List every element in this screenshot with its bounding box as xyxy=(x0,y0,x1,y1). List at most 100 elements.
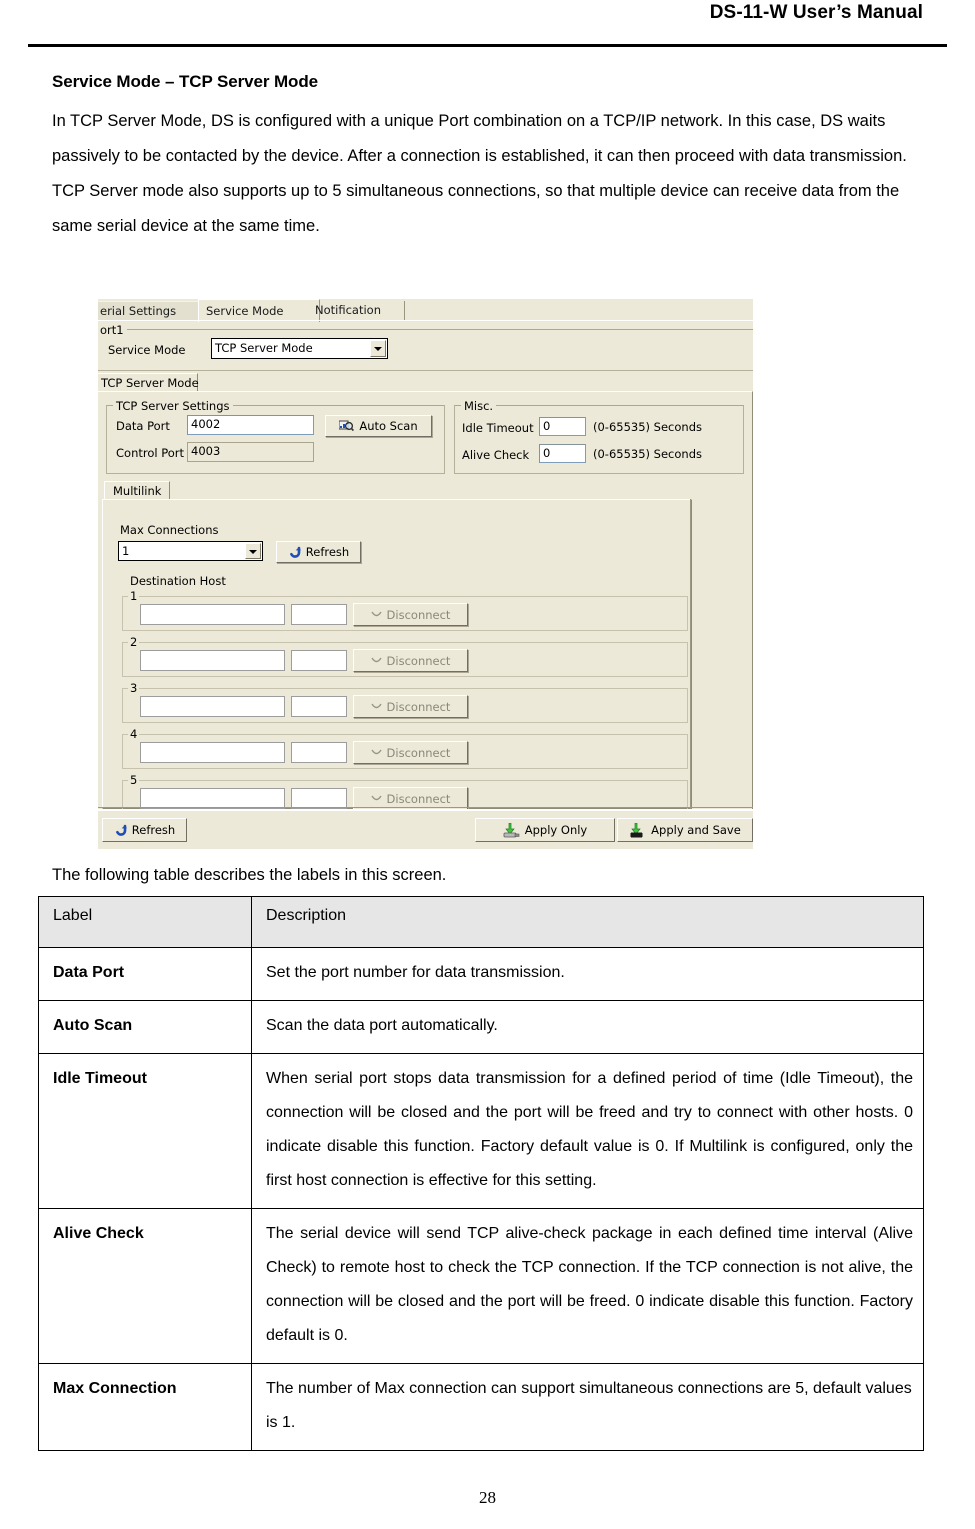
host-index: 3 xyxy=(128,681,140,695)
labels-description-table: Label Description Data Port Set the port… xyxy=(38,896,924,1451)
apply-only-icon xyxy=(503,822,520,838)
document-body: Service Mode – TCP Server Mode In TCP Se… xyxy=(52,72,932,244)
disconnect-button[interactable]: Disconnect xyxy=(353,603,468,626)
misc-group-label: Misc. xyxy=(461,399,497,413)
table-row: Idle Timeout When serial port stops data… xyxy=(38,1053,924,1209)
plug-icon xyxy=(370,748,382,757)
host-port-input[interactable] xyxy=(291,696,347,717)
idle-timeout-input[interactable]: 0 xyxy=(539,417,586,436)
max-connections-value: 1 xyxy=(122,544,130,558)
apply-and-save-button[interactable]: Apply and Save xyxy=(617,818,753,842)
data-port-input[interactable]: 4002 xyxy=(187,415,314,435)
auto-scan-label: Auto Scan xyxy=(359,419,418,433)
host-address-input[interactable] xyxy=(140,742,285,763)
row-description: Set the port number for data transmissio… xyxy=(251,947,924,1001)
tab-serial-settings[interactable]: erial Settings xyxy=(98,301,212,321)
idle-timeout-label: Idle Timeout xyxy=(462,421,534,435)
refresh-button[interactable]: Refresh xyxy=(102,818,187,842)
alive-check-value: 0 xyxy=(543,446,551,460)
row-description: The serial device will send TCP alive-ch… xyxy=(251,1208,924,1364)
disconnect-label: Disconnect xyxy=(386,699,451,714)
tab-label: erial Settings xyxy=(100,304,177,318)
refresh-icon xyxy=(114,824,127,836)
control-port-input[interactable]: 4003 xyxy=(187,442,314,462)
alive-check-input[interactable]: 0 xyxy=(539,444,586,463)
tab-service-mode[interactable]: Service Mode xyxy=(198,299,320,322)
row-description: The number of Max connection can support… xyxy=(251,1363,924,1451)
port1-group: ort1 xyxy=(98,323,753,371)
host-address-input[interactable] xyxy=(140,604,285,625)
host-index: 5 xyxy=(128,773,140,787)
disconnect-label: Disconnect xyxy=(386,791,451,806)
host-port-input[interactable] xyxy=(291,650,347,671)
host-address-input[interactable] xyxy=(140,650,285,671)
host-port-input[interactable] xyxy=(291,604,347,625)
row-label: Auto Scan xyxy=(38,1000,252,1054)
magnifier-scan-icon xyxy=(339,420,355,432)
data-port-label: Data Port xyxy=(116,419,170,433)
chevron-down-icon[interactable] xyxy=(370,340,386,357)
data-port-value: 4002 xyxy=(191,417,221,431)
table-row: Auto Scan Scan the data port automatical… xyxy=(38,1000,924,1054)
chevron-down-icon[interactable] xyxy=(245,543,261,559)
plug-icon xyxy=(370,610,382,619)
misc-group: Misc. xyxy=(454,399,744,474)
header-divider xyxy=(28,44,947,47)
idle-timeout-range: (0-65535) Seconds xyxy=(593,420,702,434)
host-index: 4 xyxy=(128,727,140,741)
plug-icon xyxy=(370,656,382,665)
row-label: Idle Timeout xyxy=(38,1053,252,1209)
subtab-label: TCP Server Mode xyxy=(101,376,199,390)
host-port-input[interactable] xyxy=(291,788,347,809)
manual-title: DS-11-W User’s Manual xyxy=(709,2,923,23)
table-row: Alive Check The serial device will send … xyxy=(38,1208,924,1364)
row-label: Alive Check xyxy=(38,1208,252,1364)
host-index: 1 xyxy=(128,589,140,603)
plug-icon xyxy=(370,794,382,803)
tab-notification[interactable]: Notification xyxy=(308,301,405,320)
multilink-refresh-label: Refresh xyxy=(305,545,350,559)
idle-timeout-value: 0 xyxy=(543,419,551,433)
table-header-row: Label Description xyxy=(38,896,924,948)
plug-icon xyxy=(370,702,382,711)
row-description: Scan the data port automatically. xyxy=(251,1000,924,1054)
column-header-description: Description xyxy=(251,896,924,948)
host-index: 2 xyxy=(128,635,140,649)
auto-scan-button[interactable]: Auto Scan xyxy=(325,415,432,437)
tab-label: Service Mode xyxy=(206,304,284,318)
apply-only-label: Apply Only xyxy=(524,823,588,837)
section-paragraph: In TCP Server Mode, DS is configured wit… xyxy=(52,112,907,235)
disconnect-label: Disconnect xyxy=(386,745,451,760)
disconnect-button[interactable]: Disconnect xyxy=(353,741,468,764)
max-connections-label: Max Connections xyxy=(120,523,219,537)
column-header-label: Label xyxy=(38,896,252,948)
row-description: When serial port stops data transmission… xyxy=(251,1053,924,1209)
subtab-multilink[interactable]: Multilink xyxy=(104,481,170,500)
row-label: Max Connection xyxy=(38,1363,252,1451)
multilink-refresh-button[interactable]: Refresh xyxy=(276,541,361,563)
host-address-input[interactable] xyxy=(140,788,285,809)
service-mode-value: TCP Server Mode xyxy=(215,341,313,355)
control-port-value: 4003 xyxy=(191,444,221,458)
alive-check-range: (0-65535) Seconds xyxy=(593,447,702,461)
host-port-input[interactable] xyxy=(291,742,347,763)
table-row: Max Connection The number of Max connect… xyxy=(38,1363,924,1451)
tab-label: Notification xyxy=(315,303,381,317)
max-connections-select[interactable]: 1 xyxy=(118,541,263,561)
subtab-tcp-server-mode[interactable]: TCP Server Mode xyxy=(98,373,199,392)
subtab-label: Multilink xyxy=(113,484,162,498)
host-address-input[interactable] xyxy=(140,696,285,717)
apply-only-button[interactable]: Apply Only xyxy=(475,818,615,842)
disconnect-button[interactable]: Disconnect xyxy=(353,695,468,718)
section-heading: Service Mode – TCP Server Mode xyxy=(52,72,318,91)
disconnect-label: Disconnect xyxy=(386,653,451,668)
service-mode-select[interactable]: TCP Server Mode xyxy=(211,338,388,359)
tabstrip-baseline xyxy=(98,320,753,321)
disconnect-button[interactable]: Disconnect xyxy=(353,649,468,672)
table-caption: The following table describes the labels… xyxy=(52,866,447,884)
page-number: 28 xyxy=(479,1488,496,1507)
main-tab-strip: erial Settings Service Mode Notification xyxy=(98,299,753,322)
application-screenshot: erial Settings Service Mode Notification… xyxy=(98,299,753,849)
port1-group-label: ort1 xyxy=(98,323,127,337)
refresh-label: Refresh xyxy=(131,823,176,837)
